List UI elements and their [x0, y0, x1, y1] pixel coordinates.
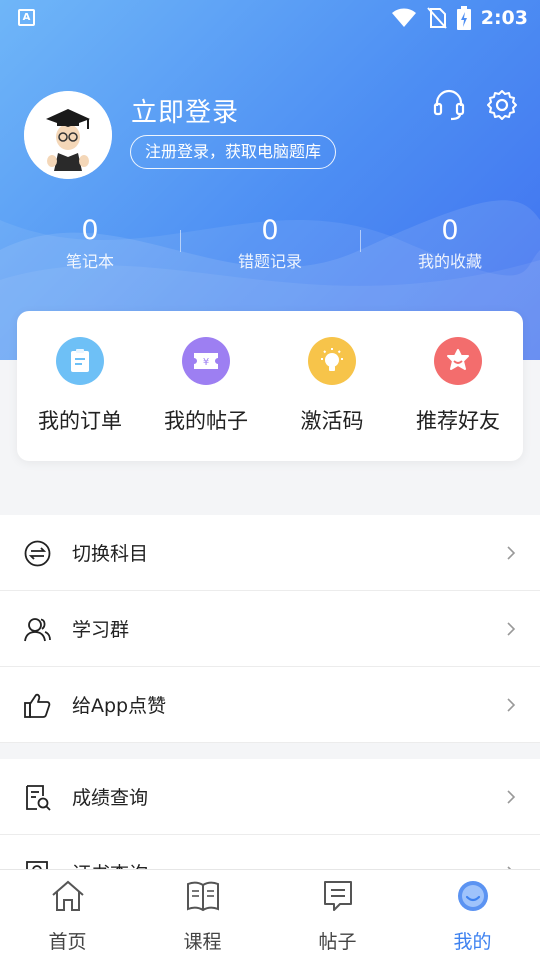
graduate-avatar-icon — [24, 91, 112, 179]
wifi-icon — [391, 8, 416, 27]
quick-label: 我的帖子 — [164, 409, 248, 433]
quick-refer-friends[interactable]: 推荐好友 — [395, 337, 521, 435]
tab-mine[interactable]: 我的 — [405, 878, 540, 954]
divider — [180, 230, 181, 252]
chevron-right-icon — [507, 546, 516, 560]
chevron-right-icon — [507, 622, 516, 636]
quick-label: 我的订单 — [38, 409, 122, 433]
clipboard-icon — [56, 337, 104, 385]
menu-label: 成绩查询 — [72, 787, 149, 809]
stat-notebook[interactable]: 0 笔记本 — [0, 216, 180, 272]
stat-value: 0 — [441, 215, 459, 246]
switch-icon — [24, 540, 51, 567]
quick-my-orders[interactable]: 我的订单 — [17, 337, 143, 435]
status-bar: A 2:03 — [0, 0, 540, 36]
no-sim-icon — [426, 7, 447, 29]
avatar[interactable] — [24, 91, 112, 179]
quick-label: 推荐好友 — [416, 409, 500, 433]
tab-label: 帖子 — [318, 931, 357, 953]
settings-gear-icon[interactable] — [485, 88, 519, 122]
profile-header — [0, 0, 540, 360]
clock: 2:03 — [480, 7, 528, 29]
post-icon — [323, 881, 352, 911]
book-icon — [186, 881, 219, 912]
menu-item-score-query[interactable]: 成绩查询 — [0, 759, 540, 835]
chevron-right-icon — [507, 790, 516, 804]
menu-item-like-app[interactable]: 给App点赞 — [0, 667, 540, 743]
tab-label: 我的 — [453, 931, 492, 953]
lightbulb-icon — [308, 337, 356, 385]
stat-wrong-questions[interactable]: 0 错题记录 — [180, 216, 360, 272]
svg-text:¥: ¥ — [203, 357, 209, 368]
score-search-icon — [26, 785, 51, 811]
app-notification-icon: A — [18, 9, 35, 26]
battery-charging-icon — [456, 6, 471, 30]
stat-label: 我的收藏 — [417, 252, 482, 271]
stats-row: 0 笔记本 0 错题记录 0 我的收藏 — [0, 216, 540, 272]
stat-label: 错题记录 — [237, 252, 302, 271]
quick-activation-code[interactable]: 激活码 — [269, 337, 395, 435]
menu-label: 切换科目 — [72, 543, 149, 565]
bottom-tab-bar: 首页 课程 帖子 我的 — [0, 869, 540, 960]
tab-posts[interactable]: 帖子 — [270, 878, 405, 954]
thumbs-up-icon — [24, 693, 51, 718]
quick-label: 激活码 — [300, 409, 364, 433]
tab-label: 课程 — [183, 931, 222, 953]
menu-item-switch-subject[interactable]: 切换科目 — [0, 515, 540, 591]
stat-label: 笔记本 — [65, 252, 114, 271]
tab-label: 首页 — [48, 931, 87, 953]
login-title[interactable]: 立即登录 — [131, 92, 239, 129]
stat-value: 0 — [81, 215, 99, 246]
stat-value: 0 — [261, 215, 279, 246]
home-icon — [51, 880, 84, 911]
profile-smile-icon — [457, 881, 488, 911]
menu-item-study-group[interactable]: 学习群 — [0, 591, 540, 667]
menu-label: 学习群 — [72, 619, 130, 641]
quick-my-posts[interactable]: ¥ 我的帖子 — [143, 337, 269, 435]
tab-home[interactable]: 首页 — [0, 878, 135, 954]
quick-actions-card: 我的订单 ¥ 我的帖子 激活码 推荐好友 — [17, 311, 523, 461]
stat-favorites[interactable]: 0 我的收藏 — [360, 216, 540, 272]
divider — [360, 230, 361, 252]
smile-star-icon — [434, 337, 482, 385]
menu-label: 给App点赞 — [72, 695, 167, 717]
menu-group-settings: 切换科目 学习群 给App点赞 — [0, 515, 540, 743]
chevron-right-icon — [507, 698, 516, 712]
register-button[interactable]: 注册登录，获取电脑题库 — [130, 135, 337, 169]
customer-service-icon[interactable] — [432, 88, 466, 122]
yen-ticket-icon: ¥ — [182, 337, 230, 385]
tab-courses[interactable]: 课程 — [135, 878, 270, 954]
group-icon — [24, 618, 51, 642]
